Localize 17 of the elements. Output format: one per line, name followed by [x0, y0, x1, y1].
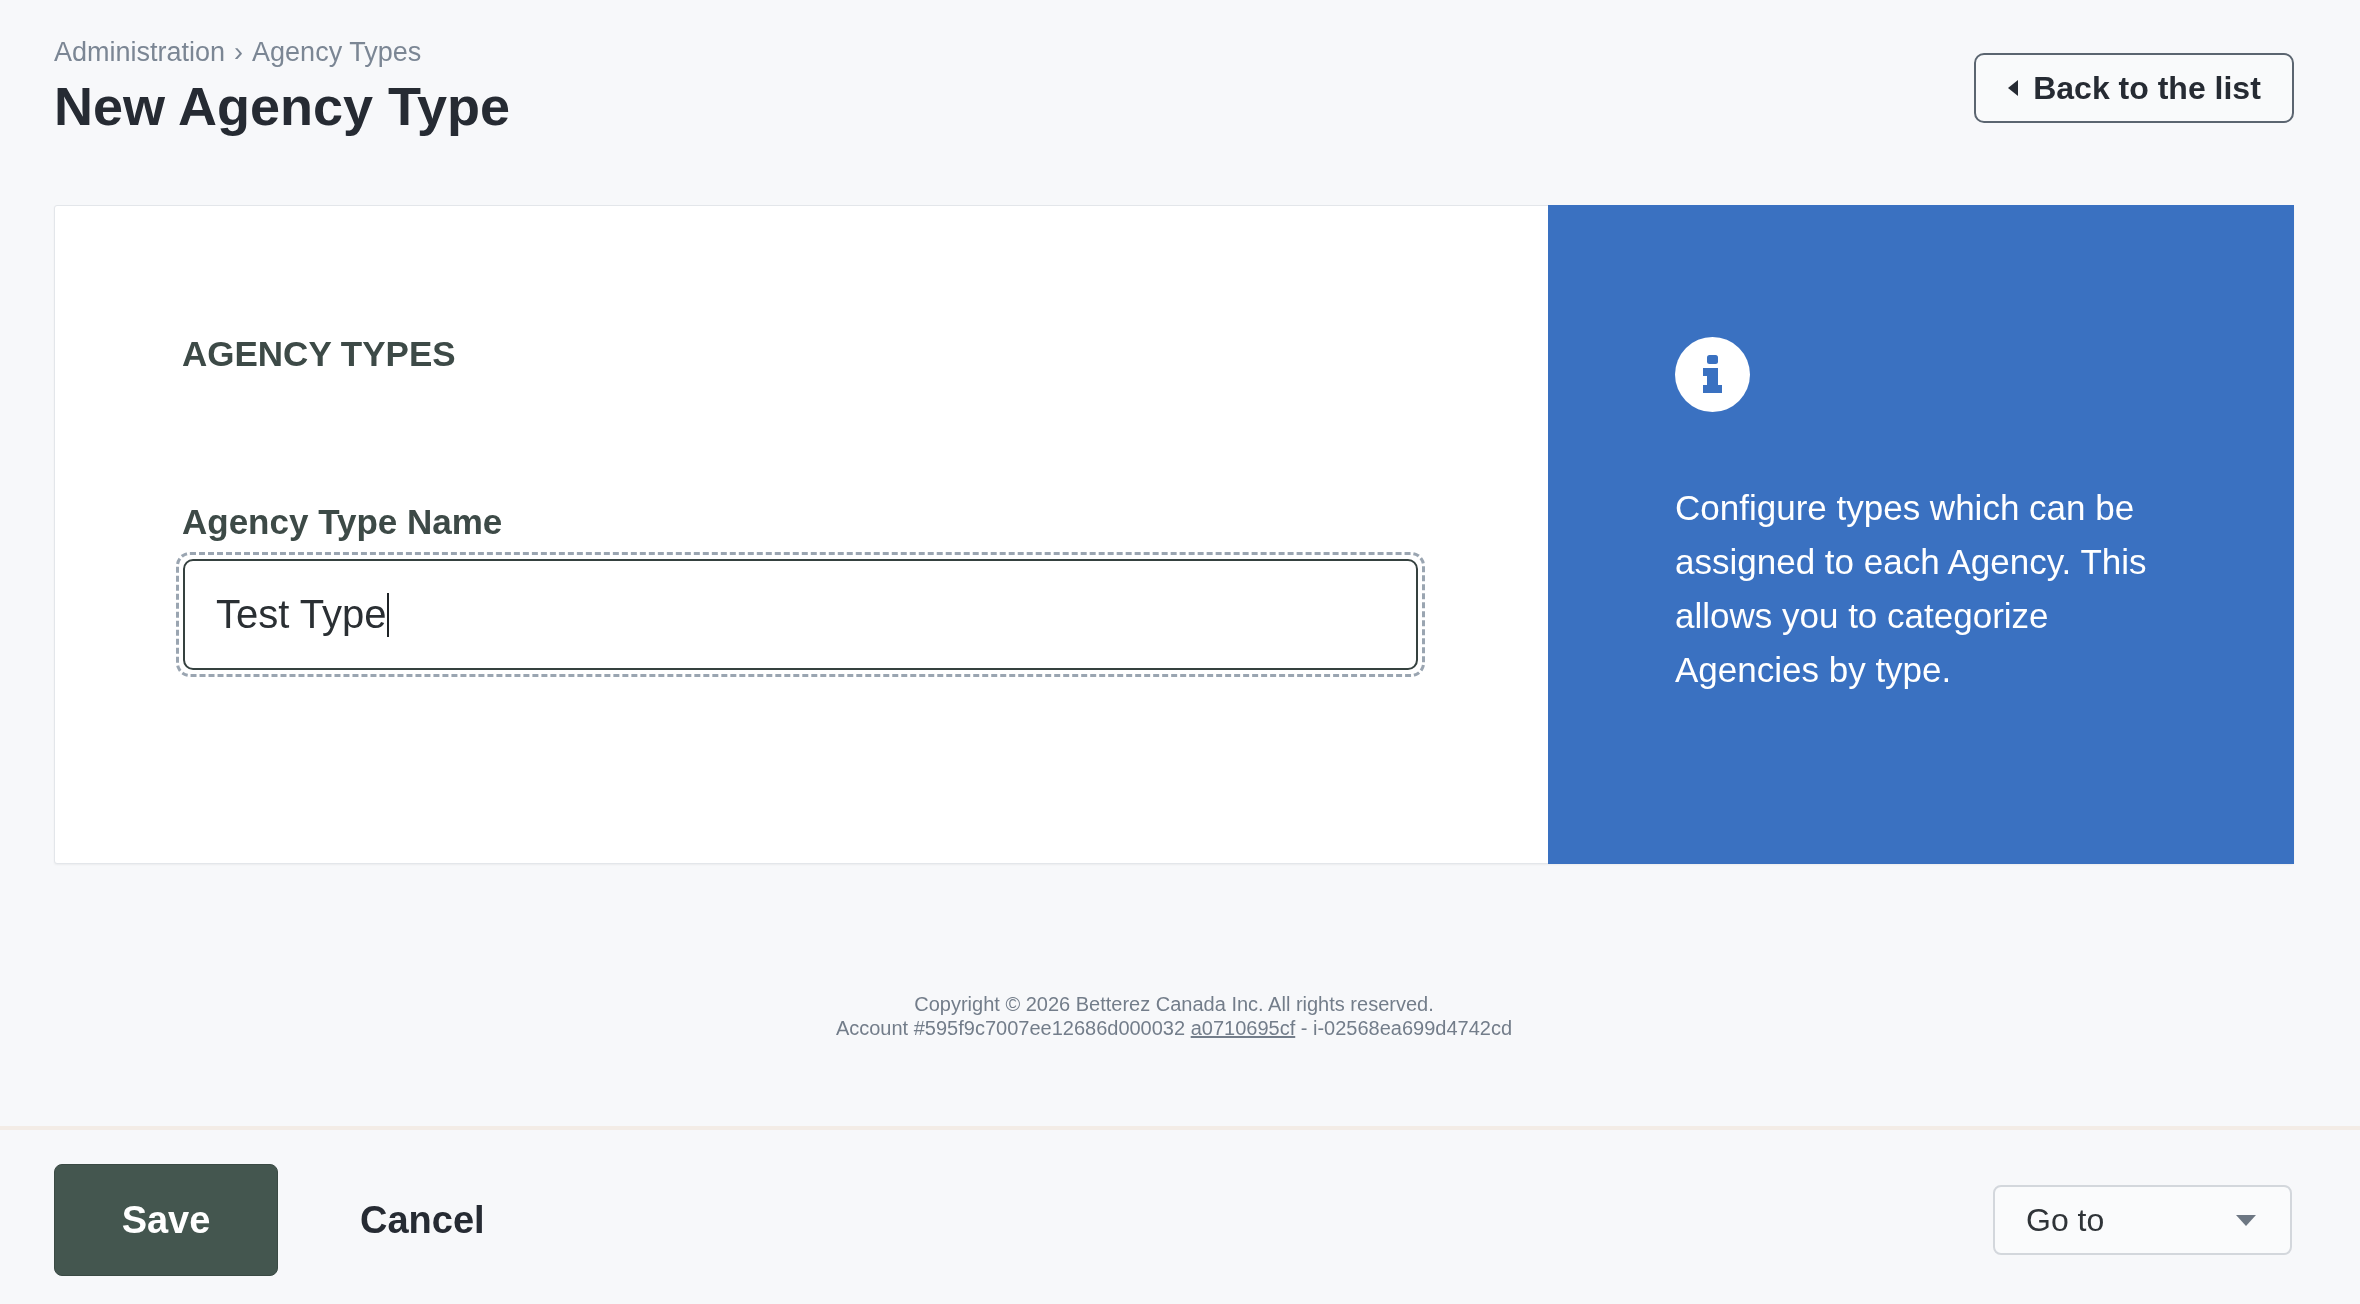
- cancel-button[interactable]: Cancel: [360, 1198, 485, 1242]
- info-text: Configure types which can be assigned to each Agency. This allows you to categorize Agencies by type.: [1675, 487, 2148, 691]
- field-label: Agency Type Name: [182, 501, 503, 543]
- breadcrumb-separator: ›: [234, 36, 244, 68]
- page-title: New Agency Type: [54, 75, 511, 138]
- account-info: Account #595f9c7007ee12686d000032 a0710695cf - i-02568ea699d4742cd: [835, 1016, 1513, 1040]
- account-link[interactable]: a0710695cf: [1190, 1017, 1296, 1039]
- goto-dropdown[interactable]: Go to: [1993, 1185, 2292, 1255]
- text-cursor-icon: [387, 592, 390, 637]
- section-heading: AGENCY TYPES: [182, 333, 456, 375]
- info-icon: [1675, 337, 1750, 412]
- caret-icon: [2236, 1214, 2256, 1226]
- save-button[interactable]: Save: [54, 1164, 278, 1276]
- copyright-text: Copyright © 2026 Betterez Canada Inc. All rights reserved.: [914, 992, 1434, 1016]
- input-field[interactable]: Test Type: [176, 552, 1425, 677]
- caret-icon: [2007, 79, 2020, 97]
- back-button[interactable]: Back to the list: [1974, 53, 2294, 123]
